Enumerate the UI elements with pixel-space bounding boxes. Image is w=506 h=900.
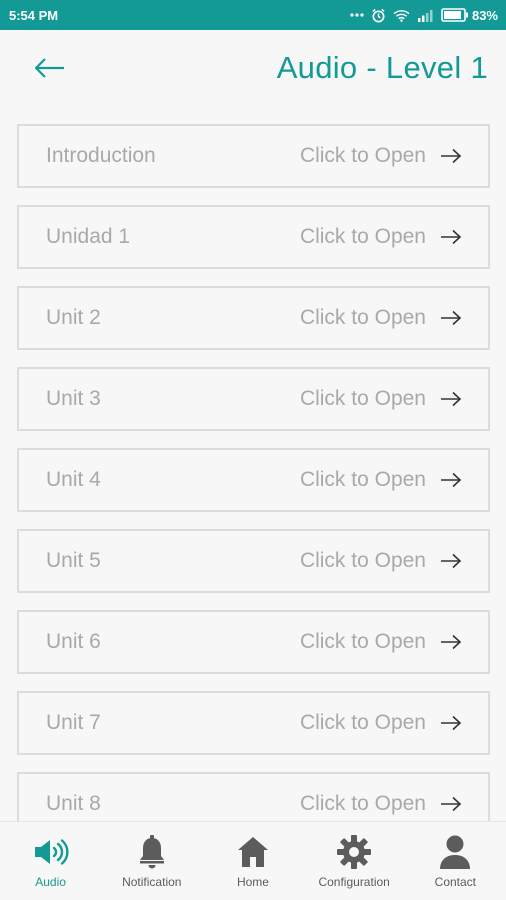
unit-list: Introduction Click to Open Unidad 1 Clic… <box>0 124 506 821</box>
item-action-text: Click to Open <box>299 792 426 815</box>
nav-label: Configuration <box>318 875 390 889</box>
arrow-right-icon <box>440 634 462 650</box>
nav-item-audio[interactable]: Audio <box>0 822 101 900</box>
screen: 5:54 PM 83% Audio - Level 1 Introduction… <box>0 0 506 900</box>
arrow-right-icon <box>440 553 462 569</box>
item-label: Unit 2 <box>46 306 101 329</box>
more-dots-icon <box>350 12 364 18</box>
arrow-right-icon <box>440 310 462 326</box>
arrow-right-icon <box>440 715 462 731</box>
page-title: Audio - Level 1 <box>276 50 488 85</box>
alarm-icon <box>371 8 386 23</box>
nav-item-notification[interactable]: Notification <box>101 822 202 900</box>
item-action-text: Click to Open <box>299 387 426 410</box>
home-icon <box>233 833 273 871</box>
item-action-text: Click to Open <box>299 144 426 167</box>
back-arrow-icon <box>34 57 66 84</box>
item-action-text: Click to Open <box>299 549 426 572</box>
speaker-icon <box>31 833 71 871</box>
list-item-unit-4[interactable]: Unit 4 Click to Open <box>17 448 490 512</box>
item-action-text: Click to Open <box>299 225 426 248</box>
list-item-unit-5[interactable]: Unit 5 Click to Open <box>17 529 490 593</box>
list-item-unidad-1[interactable]: Unidad 1 Click to Open <box>17 205 490 269</box>
item-action-text: Click to Open <box>299 468 426 491</box>
item-label: Unit 8 <box>46 792 101 815</box>
battery-indicator: 83% <box>441 8 498 23</box>
list-item-unit-6[interactable]: Unit 6 Click to Open <box>17 610 490 674</box>
item-action-text: Click to Open <box>299 630 426 653</box>
list-item-unit-3[interactable]: Unit 3 Click to Open <box>17 367 490 431</box>
nav-item-home[interactable]: Home <box>202 822 303 900</box>
item-label: Unit 6 <box>46 630 101 653</box>
person-icon <box>435 833 475 871</box>
battery-icon <box>441 8 469 22</box>
arrow-right-icon <box>440 391 462 407</box>
list-item-unit-8[interactable]: Unit 8 Click to Open <box>17 772 490 821</box>
arrow-right-icon <box>440 796 462 812</box>
list-item-unit-7[interactable]: Unit 7 Click to Open <box>17 691 490 755</box>
list-item-unit-2[interactable]: Unit 2 Click to Open <box>17 286 490 350</box>
nav-label: Home <box>236 875 269 889</box>
item-label: Unit 3 <box>46 387 101 410</box>
status-time: 5:54 PM <box>9 7 59 23</box>
arrow-right-icon <box>440 229 462 245</box>
item-label: Unit 5 <box>46 549 101 572</box>
bottom-nav: Audio Notification Home Configuration Co… <box>0 821 506 900</box>
arrow-right-icon <box>440 472 462 488</box>
signal-icon <box>417 9 434 22</box>
wifi-icon <box>393 9 410 22</box>
item-label: Unidad 1 <box>46 225 131 248</box>
nav-label: Notification <box>122 875 182 889</box>
item-label: Unit 7 <box>46 711 101 734</box>
gear-icon <box>334 833 374 871</box>
status-icons: 83% <box>350 8 498 23</box>
item-label: Introduction <box>46 144 156 167</box>
nav-item-contact[interactable]: Contact <box>405 822 506 900</box>
bell-icon <box>132 833 172 871</box>
back-button[interactable] <box>28 50 72 90</box>
item-label: Unit 4 <box>46 468 101 491</box>
item-action-text: Click to Open <box>299 711 426 734</box>
list-item-introduction[interactable]: Introduction Click to Open <box>17 124 490 188</box>
item-action-text: Click to Open <box>299 306 426 329</box>
nav-label: Contact <box>434 875 477 889</box>
nav-label: Audio <box>35 875 66 889</box>
arrow-right-icon <box>440 148 462 164</box>
app-header: Audio - Level 1 <box>0 30 506 114</box>
battery-percent: 83% <box>471 7 498 23</box>
status-bar: 5:54 PM 83% <box>0 0 506 30</box>
nav-item-configuration[interactable]: Configuration <box>304 822 405 900</box>
